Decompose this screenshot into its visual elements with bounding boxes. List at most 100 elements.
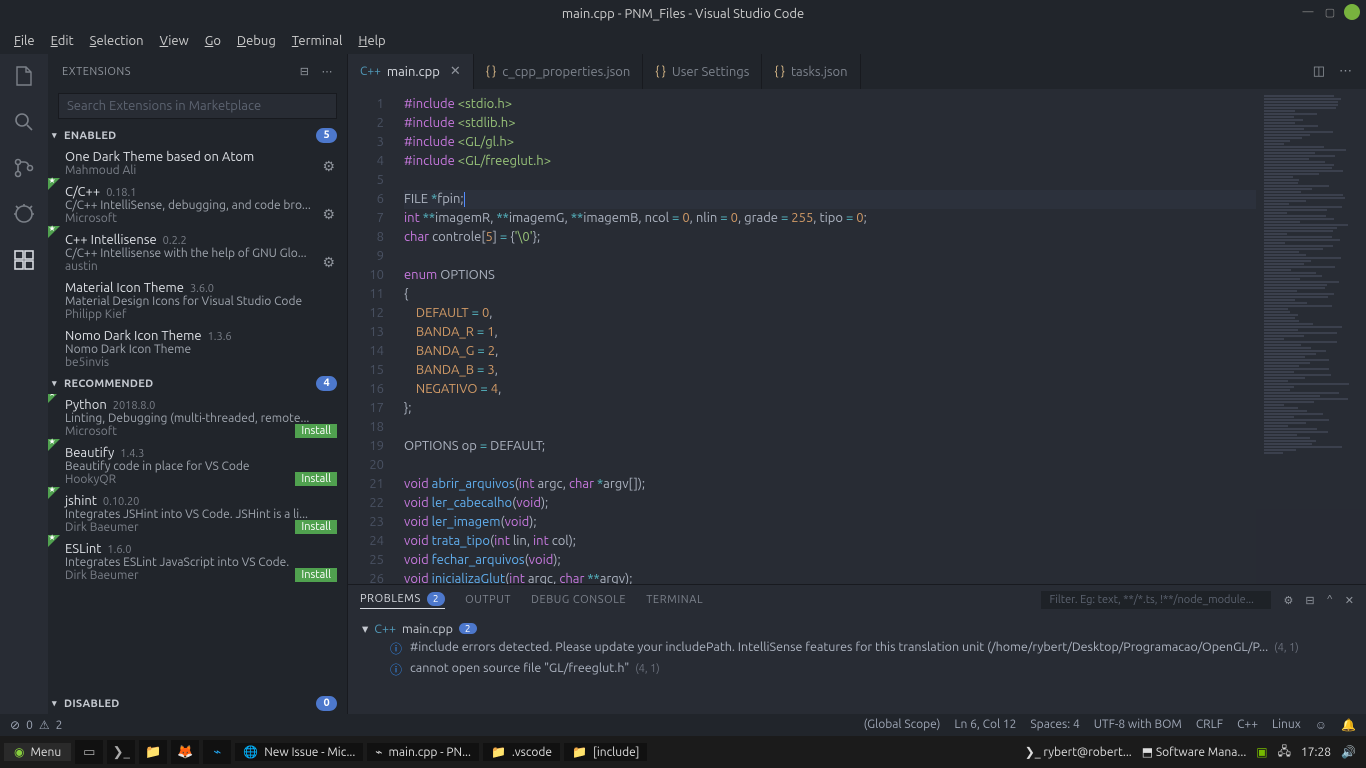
close-panel-icon[interactable]: ✕ [1345, 594, 1354, 607]
menu-file[interactable]: File [8, 32, 41, 50]
app-icon: 🌐 [243, 745, 258, 759]
language-status[interactable]: C++ [1237, 718, 1258, 732]
extension-item[interactable]: C++ Intellisense0.2.2C/C++ Intellisense … [48, 229, 347, 277]
editor-tab-bar: C++main.cpp✕{ }c_cpp_properties.json{ }U… [348, 54, 1366, 89]
window-title: main.cpp - PNM_Files - Visual Studio Cod… [562, 7, 804, 21]
maximize-button[interactable]: ▢ [1322, 4, 1338, 20]
problems-filter-input[interactable] [1041, 591, 1271, 609]
problems-tab[interactable]: PROBLEMS2 [360, 592, 445, 609]
editor-tab[interactable]: { }c_cpp_properties.json [474, 54, 644, 89]
problem-file-row[interactable]: ▾ C++ main.cpp 2 [362, 619, 1352, 638]
gear-icon[interactable]: ⚙ [322, 206, 335, 223]
show-desktop-button[interactable]: ▭ [75, 740, 103, 764]
problem-row[interactable]: ⓘ#include errors detected. Please update… [362, 638, 1352, 659]
taskbar-window-item[interactable]: 🌐New Issue - Mic... [235, 743, 363, 761]
code-editor[interactable]: #include <stdio.h>#include <stdlib.h>#in… [398, 89, 1256, 584]
extension-item[interactable]: Nomo Dark Icon Theme1.3.6Nomo Dark Icon … [48, 325, 347, 373]
gear-icon[interactable]: ⚙ [322, 254, 335, 271]
install-button[interactable]: Install [295, 520, 337, 534]
extension-item[interactable]: One Dark Theme based on AtomMahmoud Ali⚙ [48, 146, 347, 181]
minimap[interactable] [1256, 89, 1366, 584]
firefox-launcher[interactable]: 🦊 [171, 740, 199, 764]
editor-more-icon[interactable]: ⋯ [1339, 64, 1352, 79]
extension-item[interactable]: Beautify1.4.3Beautify code in place for … [48, 442, 347, 490]
install-button[interactable]: Install [295, 472, 337, 486]
app-icon: 📁 [572, 745, 587, 759]
terminal-launcher[interactable]: ❯_ [107, 740, 135, 764]
vscode-launcher[interactable]: ⌁ [203, 740, 231, 764]
taskbar-window-item[interactable]: 📁[include] [564, 743, 647, 761]
extension-item[interactable]: Material Icon Theme3.6.0Material Design … [48, 277, 347, 325]
menu-edit[interactable]: Edit [45, 32, 80, 50]
explorer-icon[interactable] [10, 62, 38, 90]
tray-network-icon[interactable]: 🖧 [1278, 742, 1291, 763]
recommended-section-header[interactable]: RECOMMENDED 4 [48, 373, 347, 394]
problem-row[interactable]: ⓘcannot open source file "GL/freeglut.h"… [362, 659, 1352, 680]
install-button[interactable]: Install [295, 424, 337, 438]
os-status[interactable]: Linux [1272, 718, 1301, 732]
extensions-icon[interactable] [10, 246, 38, 274]
minimize-button[interactable]: — [1300, 4, 1316, 20]
taskbar-terminal-item[interactable]: ❯_ rybert@robert... [1025, 745, 1132, 759]
extension-item[interactable]: ESLint1.6.0Integrates ESLint JavaScript … [48, 538, 347, 586]
source-control-icon[interactable] [10, 154, 38, 182]
enabled-section-header[interactable]: ENABLED 5 [48, 125, 347, 146]
notifications-icon[interactable]: 🔔 [1341, 718, 1356, 732]
disabled-section-header[interactable]: DISABLED 0 [48, 693, 347, 714]
sidebar-title: EXTENSIONS [62, 66, 131, 78]
eol-status[interactable]: CRLF [1196, 718, 1223, 732]
bottom-panel: PROBLEMS2 OUTPUT DEBUG CONSOLE TERMINAL … [348, 584, 1366, 714]
close-tab-icon[interactable]: ✕ [450, 64, 461, 79]
star-icon [51, 538, 63, 550]
files-launcher[interactable]: 📁 [139, 740, 167, 764]
menu-debug[interactable]: Debug [231, 32, 282, 50]
tray-clock[interactable]: 17:28 [1301, 746, 1331, 759]
filter-settings-icon[interactable]: ⚙ [1283, 594, 1293, 607]
taskbar-window-item[interactable]: ⌁main.cpp - PN... [367, 743, 479, 761]
tray-nvidia-icon[interactable]: ▣ [1256, 745, 1267, 759]
more-icon[interactable]: ⋯ [322, 65, 334, 78]
editor-tab[interactable]: { }tasks.json [762, 54, 860, 89]
editor-tab[interactable]: C++main.cpp✕ [348, 54, 474, 89]
menu-go[interactable]: Go [199, 32, 227, 50]
menu-selection[interactable]: Selection [84, 32, 150, 50]
os-taskbar: ◉Menu ▭ ❯_ 📁 🦊 ⌁ 🌐New Issue - Mic...⌁mai… [0, 736, 1366, 768]
scope-status[interactable]: (Global Scope) [864, 718, 941, 732]
clear-icon[interactable]: ⊟ [300, 65, 310, 78]
extension-item[interactable]: C/C++0.18.1C/C++ IntelliSense, debugging… [48, 181, 347, 229]
extension-search-input[interactable] [58, 93, 337, 119]
output-tab[interactable]: OUTPUT [465, 594, 511, 606]
app-icon: 📁 [491, 745, 506, 759]
collapse-all-icon[interactable]: ⊟ [1305, 594, 1314, 607]
editor-tab[interactable]: { }User Settings [643, 54, 762, 89]
tray-volume-icon[interactable]: 🔊 [1341, 745, 1356, 759]
debug-console-tab[interactable]: DEBUG CONSOLE [531, 594, 626, 606]
star-icon [51, 181, 63, 193]
close-button[interactable] [1344, 4, 1360, 20]
indentation-status[interactable]: Spaces: 4 [1030, 718, 1079, 732]
extension-item[interactable]: Python2018.8.0Linting, Debugging (multi-… [48, 394, 347, 442]
cursor-position-status[interactable]: Ln 6, Col 12 [954, 718, 1016, 732]
error-warning-status[interactable]: ⊘0 ⚠2 [10, 718, 62, 732]
start-menu[interactable]: ◉Menu [4, 743, 71, 761]
maximize-panel-icon[interactable]: ^ [1327, 594, 1333, 606]
extension-item[interactable]: jshint0.10.20Integrates JSHint into VS C… [48, 490, 347, 538]
terminal-tab[interactable]: TERMINAL [646, 594, 703, 606]
encoding-status[interactable]: UTF-8 with BOM [1094, 718, 1182, 732]
menu-view[interactable]: View [154, 32, 195, 50]
file-icon: { } [655, 65, 666, 78]
menu-terminal[interactable]: Terminal [286, 32, 349, 50]
split-editor-icon[interactable]: ◫ [1313, 64, 1325, 79]
star-icon [51, 229, 63, 241]
taskbar-software-item[interactable]: ⬒ Software Mana... [1142, 745, 1247, 759]
feedback-icon[interactable]: ☺ [1315, 718, 1327, 732]
debug-icon[interactable] [10, 200, 38, 228]
install-button[interactable]: Install [295, 568, 337, 582]
star-icon [51, 490, 63, 502]
menu-help[interactable]: Help [352, 32, 391, 50]
search-icon[interactable] [10, 108, 38, 136]
activity-bar [0, 54, 48, 714]
taskbar-window-item[interactable]: 📁.vscode [483, 743, 560, 761]
gear-icon[interactable]: ⚙ [322, 158, 335, 175]
titlebar: main.cpp - PNM_Files - Visual Studio Cod… [0, 0, 1366, 28]
